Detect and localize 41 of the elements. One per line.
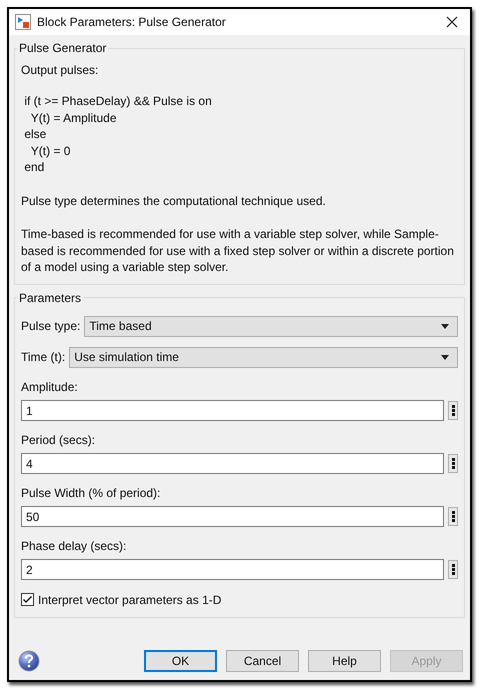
group-title: Parameters (18, 290, 82, 304)
vertical-dots-icon (452, 404, 454, 416)
caret-icon (441, 354, 449, 360)
field-label: Amplitude: (21, 380, 78, 394)
more-options-button[interactable] (448, 560, 458, 578)
dialog-button[interactable]: Cancel (226, 650, 299, 672)
dialog-button[interactable]: OK (144, 650, 217, 672)
help-icon[interactable] (18, 650, 40, 672)
caret-icon (441, 324, 449, 328)
input-field[interactable]: 4 (21, 452, 444, 474)
field-label: Period (secs): (21, 432, 96, 446)
code-line: Y(t) = 0 (30, 142, 72, 159)
dialog-button[interactable]: Help (308, 650, 381, 672)
input-field[interactable]: 2 (21, 558, 444, 580)
vertical-dots-icon (452, 564, 454, 574)
dropdown[interactable]: Time based (84, 316, 458, 336)
more-options-button[interactable] (448, 400, 458, 420)
vertical-dots-icon (452, 510, 454, 522)
checkbox-label: Interpret vector parameters as 1-D (38, 592, 222, 606)
input-field[interactable]: 50 (21, 506, 444, 526)
code-line: Y(t) = Amplitude (30, 110, 118, 126)
block-icon (15, 14, 31, 30)
field-label: Pulse type: (21, 319, 80, 333)
dropdown[interactable]: Use simulation time (69, 346, 458, 368)
checkbox[interactable] (21, 593, 34, 606)
more-options-button[interactable] (448, 454, 458, 472)
field-label: Phase delay (secs): (21, 538, 126, 552)
group-title: Pulse Generator (18, 41, 108, 55)
code-line: end (23, 159, 46, 176)
input-field[interactable]: 1 (21, 400, 444, 420)
description-text: Time-based is recommended for use with a variable step solver, while Sample-based is recommended for use with a fixed step solver or within a discrete portion of a model using a variable step solver. (21, 226, 455, 276)
field-label: Time (t): (21, 350, 66, 364)
vertical-dots-icon (452, 458, 454, 468)
more-options-button[interactable] (448, 506, 458, 526)
description-text: Pulse type determines the computational technique used. (21, 192, 327, 209)
window-title: Block Parameters: Pulse Generator (37, 15, 227, 29)
field-label: Pulse Width (% of period): (21, 486, 160, 500)
description-text: Output pulses: (21, 63, 100, 77)
close-icon[interactable] (446, 16, 458, 28)
code-line: if (t >= PhaseDelay) && Pulse is on (23, 93, 213, 110)
code-line: else (23, 126, 48, 142)
